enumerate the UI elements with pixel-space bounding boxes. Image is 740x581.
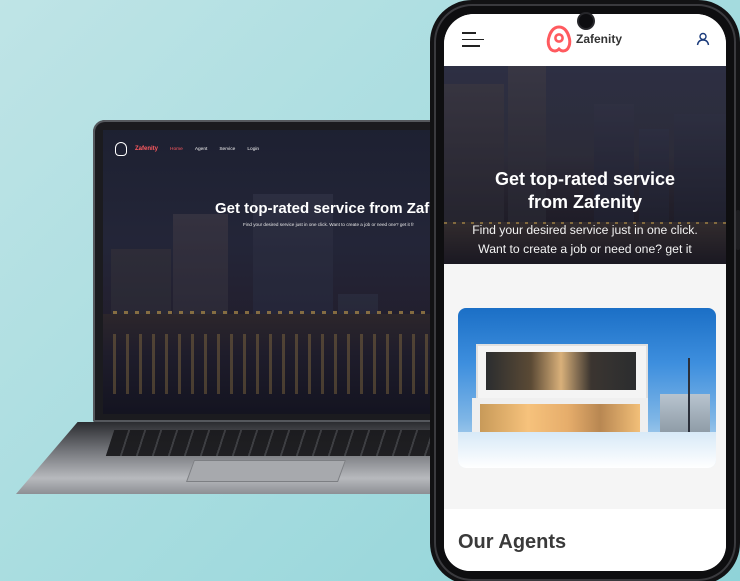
- phone-hero-subtitle: Find your desired service just in one cl…: [444, 221, 726, 259]
- laptop-hero-subtitle: Find your desired service just in one cl…: [243, 222, 414, 227]
- user-icon[interactable]: [696, 32, 710, 46]
- nav-link-agent[interactable]: Agent: [195, 147, 208, 152]
- phone-screen: Zafenity Get top-rated service from Zafe…: [444, 14, 726, 571]
- laptop-overlay: [103, 130, 455, 414]
- laptop-keyboard: [105, 430, 460, 456]
- phone-hero-subtitle-line: Want to create a job or need one? get it: [478, 242, 692, 256]
- house-snow: [458, 432, 716, 468]
- phone-hero: Get top-rated service from Zafenity Find…: [444, 66, 726, 264]
- phone-side-button: [736, 210, 740, 250]
- phone-hero-title: Get top-rated service from Zafenity: [444, 168, 726, 214]
- nav-link-home[interactable]: Home: [170, 147, 183, 152]
- phone-hero-title-line: from Zafenity: [527, 192, 642, 212]
- logo-icon[interactable]: [115, 142, 127, 156]
- phone-brand: Zafenity: [576, 32, 623, 46]
- laptop-screen: Zafenity Home Agent Service Login Get to…: [103, 130, 455, 414]
- nav-link-login[interactable]: Login: [247, 147, 259, 152]
- front-camera: [579, 14, 593, 28]
- laptop-brand[interactable]: Zafenity: [135, 146, 158, 152]
- phone-logo[interactable]: Zafenity: [544, 24, 622, 54]
- house-upper-window: [486, 352, 636, 390]
- house-image: [458, 308, 716, 468]
- laptop-trackpad: [185, 460, 347, 482]
- logo-icon: [546, 25, 572, 53]
- nav-link-service[interactable]: Service: [219, 147, 235, 152]
- laptop-hero-title: Get top-rated service from Zaf: [215, 200, 430, 217]
- house-side-wall: [660, 394, 710, 434]
- section-title: Our Agents: [458, 531, 567, 553]
- phone-hero-subtitle-line: Find your desired service just in one cl…: [472, 223, 698, 237]
- laptop-navbar: Zafenity Home Agent Service Login: [115, 142, 259, 156]
- phone-hero-title-line: Get top-rated service: [494, 169, 676, 189]
- hamburger-menu-icon[interactable]: [462, 32, 484, 47]
- agents-section: Our Agents: [444, 509, 726, 571]
